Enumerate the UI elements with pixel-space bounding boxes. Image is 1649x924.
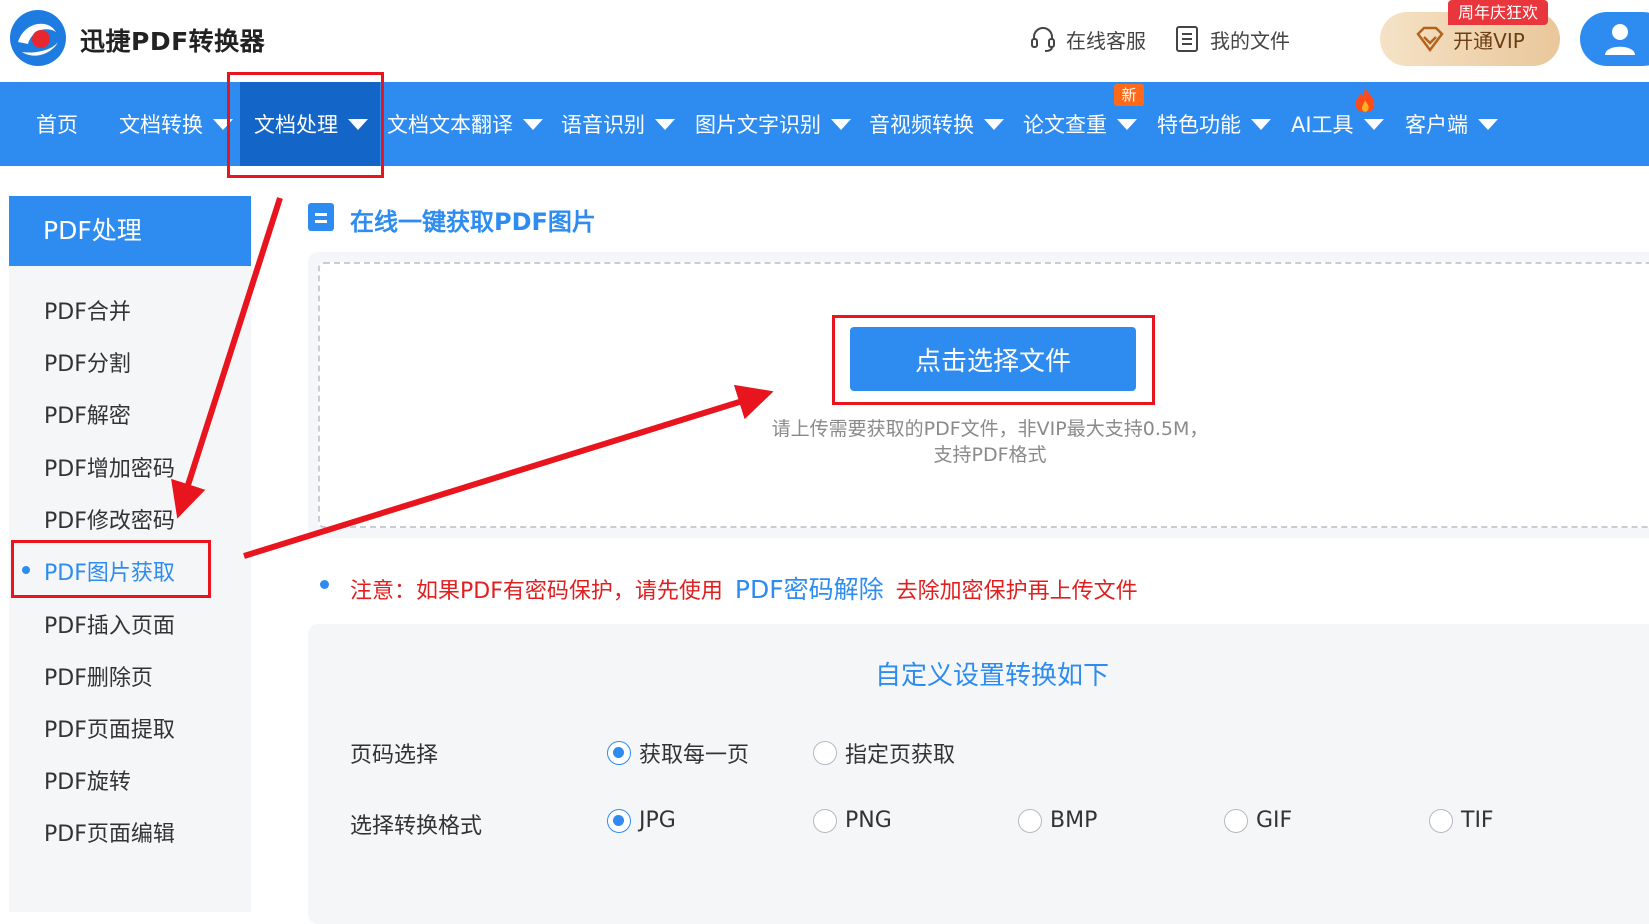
arrow-down-icon	[171, 197, 283, 519]
arrow-right-icon	[243, 384, 774, 559]
annotation-arrows	[171, 197, 774, 559]
